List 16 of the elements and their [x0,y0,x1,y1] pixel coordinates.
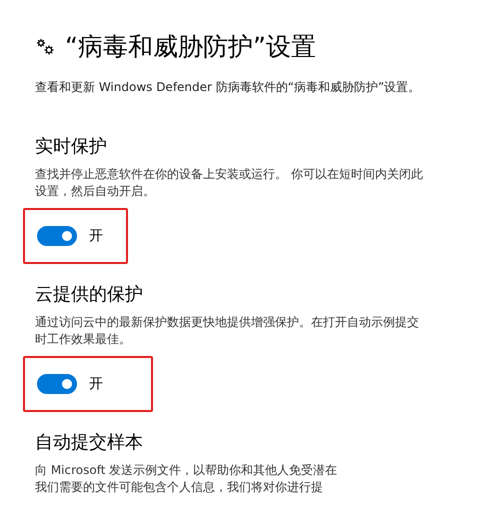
section-heading: 云提供的保护 [35,283,144,306]
section-description: 查找并停止恶意软件在你的设备上安装或运行。 你可以在短时间内关闭此 [35,166,424,183]
section-heading: 实时保护 [35,135,108,158]
toggle-switch[interactable] [37,374,77,394]
section-description: 设置，然后自动开启。 [35,183,156,200]
section-description: 向 Microsoft 发送示例文件，以帮助你和其他人免受潜在 [35,462,338,479]
toggle-label: 开 [89,375,103,393]
section-heading: 自动提交样本 [35,431,144,454]
page-title: “病毒和威胁防护”设置 [65,31,316,63]
page-subtitle: 查看和更新 Windows Defender 防病毒软件的“病毒和威胁防护”设置。 [35,79,422,96]
section-description: 时工作效果最佳。 [35,331,132,348]
section-description: 通过访问云中的最新保护数据更快地提供增强保护。在打开自动示例提交 [35,314,420,331]
toggle-label: 开 [89,227,103,245]
toggle-switch[interactable] [37,226,77,246]
section-description: 我们需要的文件可能包含个人信息，我们将对你进行提 [35,479,324,496]
settings-icon [35,38,55,56]
